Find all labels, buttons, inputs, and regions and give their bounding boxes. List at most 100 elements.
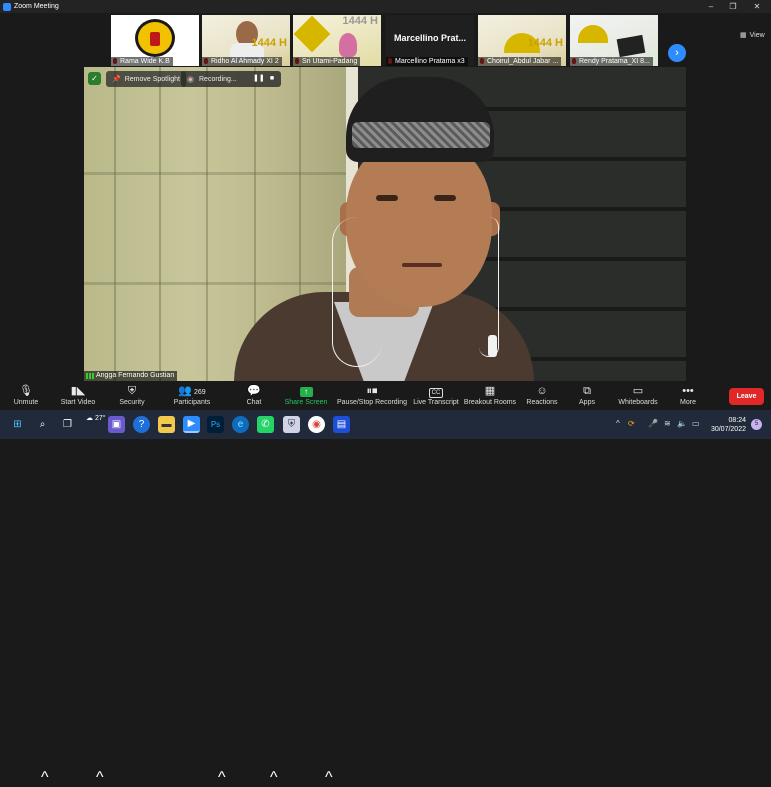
remove-spotlight-button[interactable]: 📌 Remove Spotlight xyxy=(106,71,186,87)
stop-recording-icon[interactable]: ■ xyxy=(267,74,277,84)
participant-thumbnail[interactable]: 1444 H Ridho Al Ahmady XI 2 xyxy=(202,15,290,66)
participant-thumbnail[interactable]: Marcellino Prat... Marcellino Pratama x3 xyxy=(386,15,474,66)
zoom-logo-icon xyxy=(3,2,11,11)
weather-temp: 27° xyxy=(94,415,106,422)
pause-recording-icon[interactable]: ❚❚ xyxy=(253,74,265,84)
zoom-taskbar-icon[interactable]: ▶ xyxy=(183,416,200,433)
participant-count: 269 xyxy=(194,389,206,396)
file-explorer-icon[interactable]: ▬ xyxy=(158,416,175,433)
poster-text: 1444 H xyxy=(251,37,287,49)
view-button[interactable]: ▦ View xyxy=(740,31,765,40)
edge-icon[interactable]: e xyxy=(232,416,249,433)
security-shield-icon[interactable]: ✓ xyxy=(88,72,101,85)
start-video-label: Start Video xyxy=(60,399,96,406)
system-clock[interactable]: 08:24 30/07/2022 xyxy=(706,416,746,434)
poster-text: 1444 H xyxy=(527,37,563,49)
chat-icon: 💬 xyxy=(247,385,261,397)
windows-start-icon[interactable]: ⊞ xyxy=(9,416,26,433)
pause-stop-icon: ⏸⏹ xyxy=(366,385,378,397)
teams-icon[interactable]: ▣ xyxy=(108,416,125,433)
gallery-strip: Rama Wide K.B 1444 H Ridho Al Ahmady XI … xyxy=(0,13,771,67)
phone-app-icon[interactable]: ✆ xyxy=(257,416,274,433)
breakout-rooms-button[interactable]: ▦ Breakout Rooms xyxy=(460,384,520,410)
pin-icon: 📌 xyxy=(112,76,121,83)
share-screen-label: Share Screen xyxy=(284,399,328,406)
whiteboard-icon: ▭ xyxy=(632,385,644,397)
more-button[interactable]: ••• More xyxy=(658,384,718,410)
title-bar: Zoom Meeting – ❐ ✕ xyxy=(0,0,771,13)
view-label: View xyxy=(749,31,765,39)
window-title: Zoom Meeting xyxy=(14,3,59,10)
school-logo-icon xyxy=(135,19,175,57)
help-icon[interactable]: ? xyxy=(133,416,150,433)
pause-stop-recording-button[interactable]: ⏸⏹ Pause/Stop Recording xyxy=(336,384,408,410)
photoshop-icon[interactable]: Ps xyxy=(207,416,224,433)
remove-spotlight-label: Remove Spotlight xyxy=(124,75,180,83)
record-dot-icon xyxy=(187,75,194,83)
apps-label: Apps xyxy=(579,399,595,406)
right-eye xyxy=(434,195,456,201)
participant-name: Sri Utami-Padang xyxy=(293,57,361,66)
volume-icon[interactable]: 🔈 xyxy=(677,419,687,428)
security-button[interactable]: ⛨ Security xyxy=(102,384,162,410)
signal-strength-icon xyxy=(86,373,94,379)
participant-thumbnail[interactable]: Rama Wide K.B xyxy=(111,15,199,66)
participant-thumbnail[interactable]: 1444 H Choirul_Abdul Jabar ... xyxy=(478,15,566,66)
battery-icon[interactable]: ▭ xyxy=(692,419,700,428)
ketupat-icon xyxy=(293,15,331,53)
spotlight-video xyxy=(84,67,686,381)
participant-name: Rendy Pratama_XI 8... xyxy=(570,57,653,66)
chrome-icon[interactable]: ◉ xyxy=(308,416,325,433)
participant-thumbnail[interactable]: Rendy Pratama_XI 8... xyxy=(570,15,658,66)
pause-recording-label: Pause/Stop Recording xyxy=(336,399,408,406)
notification-badge[interactable]: 5 xyxy=(751,419,762,430)
start-video-button[interactable]: ▮◣ Start Video xyxy=(48,384,108,410)
chat-label: Chat xyxy=(246,399,262,406)
live-transcript-button[interactable]: CC Live Transcript xyxy=(406,384,466,410)
wifi-icon[interactable]: ≋ xyxy=(664,419,671,428)
shield-app-icon[interactable]: ⛨ xyxy=(283,416,300,433)
weather-widget[interactable]: ☁ 27° xyxy=(86,414,106,422)
meeting-toolbar: 🎙 Unmute ^ ▮◣ Start Video ^ ⛨ Security 👥… xyxy=(0,381,771,786)
mic-tray-icon[interactable]: 🎤 xyxy=(648,419,658,428)
more-icon: ••• xyxy=(682,385,694,397)
breakout-rooms-label: Breakout Rooms xyxy=(463,399,517,406)
sync-icon[interactable]: ⟳ xyxy=(628,419,635,428)
audio-options-caret[interactable]: ^ xyxy=(41,769,49,787)
close-icon[interactable]: ✕ xyxy=(746,0,768,13)
participants-options-caret[interactable]: ^ xyxy=(218,769,226,787)
clock-date: 30/07/2022 xyxy=(710,426,746,433)
participant-thumbnail[interactable]: 1444 H Sri Utami-Padang xyxy=(293,15,381,66)
video-options-caret[interactable]: ^ xyxy=(96,769,104,787)
next-page-button[interactable]: › xyxy=(668,44,686,62)
speaker-name: Angga Fernando Gustian xyxy=(84,371,178,381)
clock-time: 08:24 xyxy=(728,417,746,424)
participants-button[interactable]: 👥 269 Participants xyxy=(162,384,222,410)
reactions-label: Reactions xyxy=(526,399,558,406)
participant-name: Ridho Al Ahmady XI 2 xyxy=(202,57,282,66)
task-view-icon[interactable]: ❐ xyxy=(59,416,76,433)
security-label: Security xyxy=(119,399,145,406)
chat-button[interactable]: 💬 Chat xyxy=(224,384,284,410)
apps-icon: ⧉ xyxy=(583,385,591,397)
app-window-icon[interactable]: ▤ xyxy=(333,416,350,433)
peci-cap xyxy=(346,77,494,162)
participant-name: Marcellino Pratama x3 xyxy=(386,57,468,66)
tray-overflow-icon[interactable]: ^ xyxy=(616,419,620,428)
mouth xyxy=(402,263,442,267)
minimize-icon[interactable]: – xyxy=(700,0,722,13)
whiteboards-label: Whiteboards xyxy=(618,399,658,406)
share-screen-button[interactable]: ↑ Share Screen xyxy=(276,384,336,410)
participant-name: Choirul_Abdul Jabar ... xyxy=(478,57,562,66)
earphone-wire-left xyxy=(332,217,382,367)
earphone-mic xyxy=(488,335,497,357)
participants-icon: 👥 269 xyxy=(178,385,206,397)
chat-options-caret[interactable]: ^ xyxy=(270,769,278,787)
cap-band xyxy=(352,122,490,148)
maximize-icon[interactable]: ❐ xyxy=(722,0,744,13)
leave-button[interactable]: Leave xyxy=(729,388,764,405)
cc-icon: CC xyxy=(428,384,444,398)
search-icon[interactable]: ⌕ xyxy=(34,416,51,433)
share-options-caret[interactable]: ^ xyxy=(325,769,333,787)
unmute-label: Unmute xyxy=(13,399,39,406)
